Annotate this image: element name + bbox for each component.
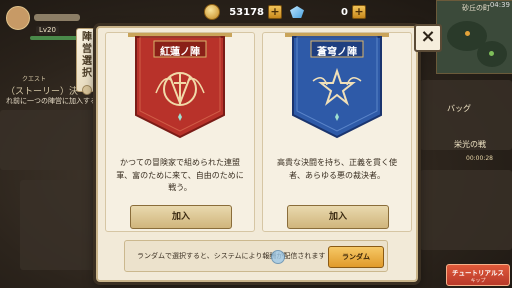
gold-amount: 53178 — [229, 6, 264, 18]
glory-battle-button[interactable]: 栄光の戦 — [454, 139, 486, 150]
gem-currency: 0 + — [290, 3, 366, 21]
story-quest-desc: れ前に一つの陣営に加入する — [6, 97, 97, 105]
tutorial-skip-sub: キップ — [470, 277, 486, 284]
background-building — [0, 110, 100, 170]
glory-battle-timer: 00:00:28 — [466, 155, 493, 162]
faction-name: 紅蓮ノ陣 — [160, 47, 200, 58]
join-azure-button[interactable]: 加入 — [287, 205, 389, 229]
faction-card-azure[interactable]: 蒼穹ノ陣 高貴な決闘を持ち、正義を貫く使者、あらゆる悪の裁決者。 加入 — [262, 32, 412, 232]
player-avatar[interactable] — [6, 6, 30, 30]
faction-description: 高貴な決闘を持ち、正義を貫く使者、あらゆる悪の裁決者。 — [277, 158, 397, 180]
quest-label[interactable]: クエスト — [22, 74, 46, 83]
touch-indicator-icon — [271, 250, 285, 264]
player-id-bar — [34, 14, 80, 21]
map-location-name: 砂丘の町 — [462, 4, 490, 12]
tab-indicator-icon — [82, 85, 92, 95]
add-gold-button[interactable]: + — [268, 5, 282, 19]
background-building — [20, 180, 100, 270]
faction-name: 蒼穹ノ陣 — [317, 47, 357, 58]
minimap-player-marker — [465, 31, 470, 36]
faction-card-crimson[interactable]: 紅蓮ノ陣 かつての冒険家で組められた連盟軍、富のために来て、自由のために戦う。 … — [105, 32, 255, 232]
gem-amount: 0 — [341, 6, 348, 18]
background-building — [420, 170, 512, 250]
coin-icon — [204, 4, 220, 20]
join-crimson-button[interactable]: 加入 — [130, 205, 232, 229]
player-level: Lv20 — [36, 26, 59, 34]
close-button[interactable]: × — [414, 24, 442, 52]
random-select-text: ランダムで選択すると、システムにより報酬が配信されます — [137, 252, 326, 260]
add-gems-button[interactable]: + — [352, 5, 366, 19]
tutorial-skip-title: チュートリアルス — [452, 268, 504, 277]
faction-select-tab-label: 陣営選択 — [82, 32, 92, 79]
gem-icon — [290, 6, 304, 18]
faction-description: かつての冒険家で組められた連盟軍、富のために来て、自由のために戦う。 — [116, 158, 244, 192]
tutorial-skip-button[interactable]: チュートリアルス キップ — [446, 264, 510, 286]
bag-button[interactable]: バッグ — [447, 103, 471, 114]
gold-currency: 53178 + — [204, 3, 282, 21]
random-select-button[interactable]: ランダム — [328, 246, 384, 268]
player-panel[interactable]: Lv20 — [0, 0, 86, 60]
clock: 04:39 — [489, 1, 510, 9]
